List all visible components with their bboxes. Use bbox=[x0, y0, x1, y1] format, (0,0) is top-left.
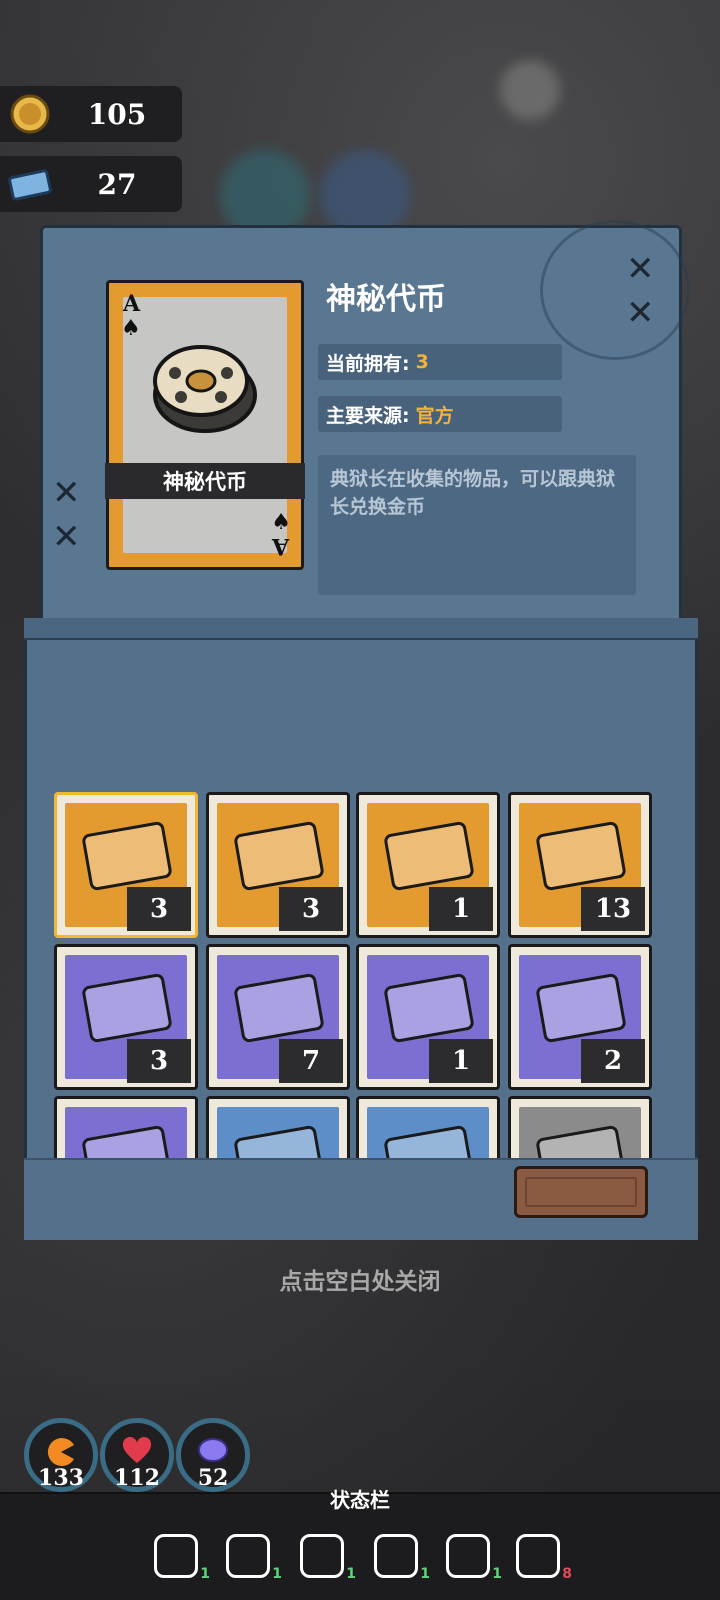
item-icon bbox=[234, 1125, 324, 1160]
status-bar-title: 状态栏 bbox=[330, 1488, 390, 1512]
weather-icon bbox=[374, 1534, 418, 1578]
inventory-slot[interactable] bbox=[206, 1096, 350, 1160]
strength-icon bbox=[446, 1534, 490, 1578]
spade-icon: ♠ bbox=[271, 509, 291, 535]
status-effect-count: 1 bbox=[492, 1566, 502, 1582]
status-effect-button[interactable]: 1 bbox=[370, 1532, 430, 1582]
item-count: 3 bbox=[127, 887, 191, 931]
health-stat: 112 bbox=[100, 1418, 174, 1492]
item-title: 神秘代币 bbox=[326, 282, 446, 317]
inventory-slot[interactable]: 13 bbox=[508, 792, 652, 938]
close-hint[interactable]: 点击空白处关闭 bbox=[0, 1262, 720, 1296]
item-description: 典狱长在收集的物品，可以跟典狱长兑换金币 bbox=[318, 455, 636, 595]
inventory-slot[interactable] bbox=[356, 1096, 500, 1160]
source-row: 主要来源: 官方 bbox=[318, 396, 562, 432]
inventory-slot[interactable]: 3 bbox=[54, 944, 198, 1090]
spade-icon: ♠ bbox=[121, 315, 141, 341]
inventory-slot[interactable]: 1 bbox=[356, 792, 500, 938]
item-icon bbox=[384, 1125, 474, 1160]
wooden-button[interactable] bbox=[514, 1166, 648, 1218]
owned-label: 当前拥有: bbox=[326, 352, 410, 375]
coin-value: 105 bbox=[87, 97, 147, 131]
coin-icon bbox=[10, 94, 50, 134]
inventory-slot[interactable]: 2 bbox=[508, 944, 652, 1090]
sanity-stat: 52 bbox=[176, 1418, 250, 1492]
stamp-decoration bbox=[540, 220, 690, 360]
card-name-banner: 神秘代币 bbox=[105, 463, 305, 499]
item-count: 13 bbox=[581, 887, 645, 931]
status-effect-button[interactable]: 8 bbox=[512, 1532, 572, 1582]
heart-icon bbox=[122, 1437, 152, 1463]
item-count: 7 bbox=[279, 1039, 343, 1083]
status-effect-button[interactable]: 1 bbox=[222, 1532, 282, 1582]
x-mark-decoration: ✕ bbox=[52, 517, 81, 557]
inventory-slot[interactable]: 3 bbox=[54, 792, 198, 938]
snowflake-icon bbox=[226, 1534, 270, 1578]
hunger-icon bbox=[47, 1438, 74, 1466]
item-count: 1 bbox=[429, 1039, 493, 1083]
inventory-slot[interactable]: 7 bbox=[206, 944, 350, 1090]
status-effect-count: 1 bbox=[272, 1566, 282, 1582]
owned-row: 当前拥有: 3 bbox=[318, 344, 562, 380]
item-count: 3 bbox=[279, 887, 343, 931]
inventory-slot[interactable]: 1 bbox=[356, 944, 500, 1090]
item-count: 1 bbox=[429, 887, 493, 931]
x-mark-decoration: ✕ bbox=[626, 293, 655, 333]
item-card: A ♠ ♠ A 神秘代币 bbox=[105, 280, 305, 570]
tools-icon bbox=[300, 1534, 344, 1578]
brain-icon bbox=[198, 1438, 228, 1462]
status-effect-count: 1 bbox=[200, 1566, 210, 1582]
inventory-slot[interactable]: 3 bbox=[206, 792, 350, 938]
light-icon bbox=[154, 1534, 198, 1578]
ticket-value: 27 bbox=[97, 167, 137, 201]
status-effect-button[interactable]: 1 bbox=[442, 1532, 502, 1582]
card-rank-top: A bbox=[123, 291, 141, 317]
x-mark-decoration: ✕ bbox=[52, 473, 81, 513]
panel-fold bbox=[24, 618, 698, 640]
item-count: 3 bbox=[127, 1039, 191, 1083]
inventory-slot[interactable] bbox=[54, 1096, 198, 1160]
film-reel-icon bbox=[153, 345, 257, 433]
status-effect-button[interactable]: 1 bbox=[150, 1532, 210, 1582]
status-effect-count: 1 bbox=[346, 1566, 356, 1582]
coin-counter: 105 bbox=[0, 86, 182, 142]
ticket-counter: 27 bbox=[0, 156, 182, 212]
masks-icon bbox=[516, 1534, 560, 1578]
item-icon bbox=[536, 1125, 626, 1160]
background-blur bbox=[500, 60, 560, 120]
status-effect-count: 8 bbox=[562, 1566, 572, 1582]
owned-value: 3 bbox=[415, 351, 429, 373]
source-label: 主要来源: bbox=[326, 404, 410, 427]
source-value: 官方 bbox=[415, 404, 454, 427]
x-mark-decoration: ✕ bbox=[626, 249, 655, 289]
hunger-stat: 133 bbox=[24, 1418, 98, 1492]
card-rank-bottom: A bbox=[271, 533, 289, 559]
item-icon bbox=[82, 1125, 172, 1160]
status-effect-count: 1 bbox=[420, 1566, 430, 1582]
item-count: 2 bbox=[581, 1039, 645, 1083]
status-effect-button[interactable]: 1 bbox=[296, 1532, 356, 1582]
inventory-slot[interactable] bbox=[508, 1096, 652, 1160]
inventory-grid[interactable]: 3 3 1 13 3 7 1 2 bbox=[50, 790, 670, 1160]
ticket-icon bbox=[8, 169, 52, 201]
